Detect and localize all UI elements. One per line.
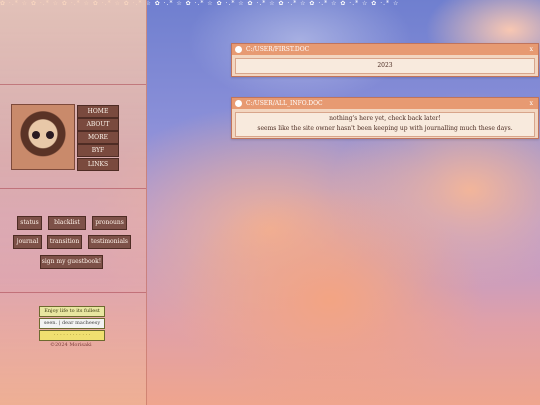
blacklist-link[interactable]: blacklist	[48, 216, 86, 230]
divider	[0, 84, 146, 85]
status-link[interactable]: status	[17, 216, 42, 230]
close-button[interactable]: x	[530, 98, 533, 109]
window-title: C:/USER/ALL_INFO.DOC	[246, 100, 323, 107]
doc-icon	[235, 100, 242, 107]
divider	[0, 188, 146, 189]
window-content: 2023	[235, 58, 535, 74]
nav-about-button[interactable]: ABOUT	[77, 118, 119, 131]
stamp-badge[interactable]: seen. | dear macheesy	[39, 318, 105, 329]
window-titlebar[interactable]: C:/USER/ALL_INFO.DOC x	[232, 98, 538, 109]
pronouns-link[interactable]: pronouns	[92, 216, 127, 230]
divider	[0, 292, 146, 293]
testimonials-link[interactable]: testimonials	[88, 235, 131, 249]
nav-byf-button[interactable]: BYF	[77, 144, 119, 157]
journal-link[interactable]: journal	[13, 235, 42, 249]
window-titlebar[interactable]: C:/USER/FIRST.DOC x	[232, 44, 538, 55]
all-info-window: C:/USER/ALL_INFO.DOC x nothing's here ye…	[231, 97, 539, 139]
message-line: seems like the site owner hasn't been ke…	[257, 125, 513, 132]
close-button[interactable]: x	[530, 44, 533, 55]
avatar-eye	[46, 131, 54, 139]
nav-links-button[interactable]: LINKS	[77, 158, 119, 171]
stamp-badge[interactable]: · · · · · · · · · · · ·	[39, 330, 105, 341]
doc-icon	[235, 46, 242, 53]
avatar-eye	[32, 131, 40, 139]
nav-more-button[interactable]: MORE	[77, 131, 119, 144]
message-line: nothing's here yet, check back later!	[329, 115, 441, 122]
avatar	[11, 104, 75, 170]
window-title: C:/USER/FIRST.DOC	[246, 46, 310, 53]
nav-home-button[interactable]: HOME	[77, 105, 119, 118]
guestbook-link[interactable]: sign my guestbook!	[40, 255, 103, 269]
window-content: nothing's here yet, check back later! se…	[235, 112, 535, 137]
sidebar: HOME ABOUT MORE BYF LINKS status blackli…	[0, 0, 147, 405]
transition-link[interactable]: transition	[47, 235, 82, 249]
copyright-text: ©2024 Morisaki	[50, 342, 92, 348]
first-doc-window: C:/USER/FIRST.DOC x 2023	[231, 43, 539, 77]
stamp-badge[interactable]: Enjoy life to its fullest	[39, 306, 105, 317]
